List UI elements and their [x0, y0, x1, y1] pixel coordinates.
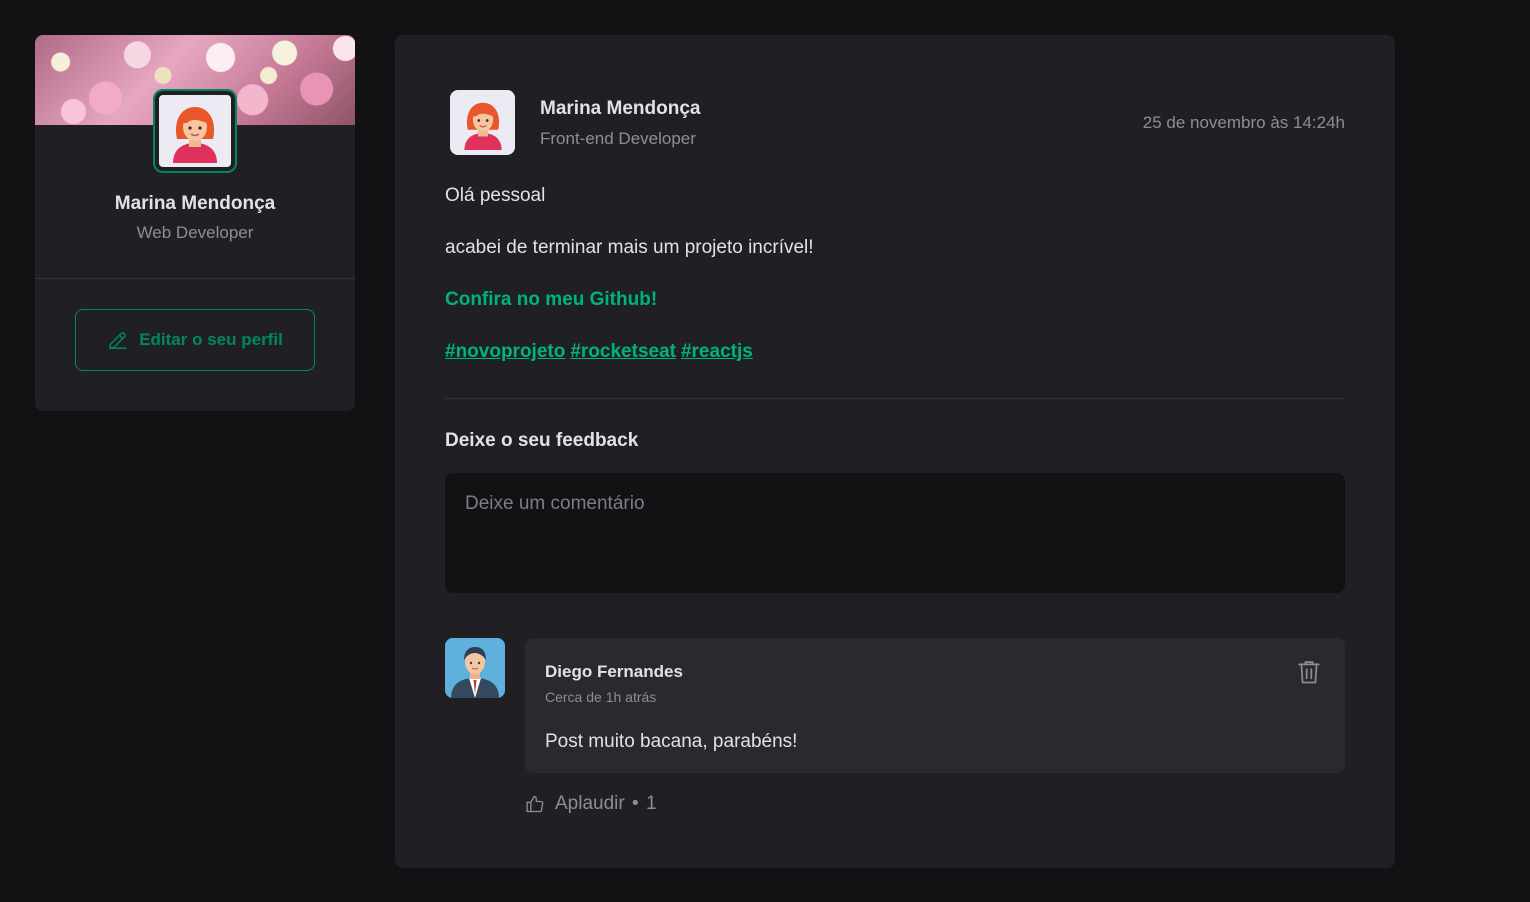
profile-sidebar: Marina Mendonça Web Developer Editar o s…: [35, 35, 355, 411]
comment-author-avatar[interactable]: [445, 638, 505, 698]
applaud-separator: •: [632, 793, 639, 814]
comment-text: Post muito bacana, parabéns!: [545, 731, 798, 752]
comment-box: Diego Fernandes Cerca de 1h atrás Post m…: [525, 638, 1345, 773]
thumbs-up-icon: [526, 795, 544, 813]
edit-profile-button[interactable]: Editar o seu perfil: [75, 309, 315, 371]
hashtag-link[interactable]: #novoprojeto: [445, 341, 565, 362]
delete-comment-button[interactable]: [1295, 658, 1323, 686]
post-author-role: Front-end Developer: [540, 129, 696, 148]
profile-name: Marina Mendonça: [114, 193, 276, 214]
applaud-text: Aplaudir: [555, 793, 625, 814]
comment-input[interactable]: [445, 473, 1345, 593]
hashtag-link[interactable]: #reactjs: [681, 341, 753, 362]
post-card: Marina Mendonça Front-end Developer 25 d…: [395, 35, 1395, 868]
trash-icon: [1298, 661, 1320, 684]
post-content: Olá pessoal acabei de terminar mais um p…: [445, 183, 1345, 391]
feedback-title: Deixe o seu feedback: [445, 430, 639, 451]
pencil-icon: [109, 332, 127, 349]
comment-author-name: Diego Fernandes: [545, 662, 683, 681]
post-paragraph: Olá pessoal: [445, 185, 546, 206]
post-hashtags: #novoprojeto #rocketseat #reactjs: [445, 339, 1345, 365]
hashtag-link[interactable]: #rocketseat: [570, 341, 676, 362]
post-link-paragraph: Confira no meu Github!: [445, 287, 1345, 313]
man-avatar-icon: [445, 638, 505, 698]
post-paragraph: acabei de terminar mais um projeto incrí…: [445, 237, 814, 258]
profile-role: Web Developer: [136, 223, 254, 242]
comment-timestamp: Cerca de 1h atrás: [545, 689, 657, 705]
post-timestamp: 25 de novembro às 14:24h: [1142, 113, 1345, 132]
applaud-label: Aplaudir • 1: [555, 793, 657, 815]
woman-avatar-icon: [173, 107, 217, 163]
post-author-name: Marina Mendonça: [540, 98, 701, 119]
profile-avatar[interactable]: [153, 89, 237, 173]
edit-profile-label: Editar o seu perfil: [139, 330, 283, 349]
post-author-avatar[interactable]: [450, 90, 515, 155]
github-link[interactable]: Confira no meu Github!: [445, 289, 657, 310]
applaud-count: 1: [645, 793, 657, 814]
sidebar-divider: [35, 278, 355, 279]
applaud-button[interactable]: Aplaudir • 1: [525, 793, 657, 815]
post-divider: [445, 398, 1345, 399]
woman-avatar-icon: [463, 102, 502, 150]
